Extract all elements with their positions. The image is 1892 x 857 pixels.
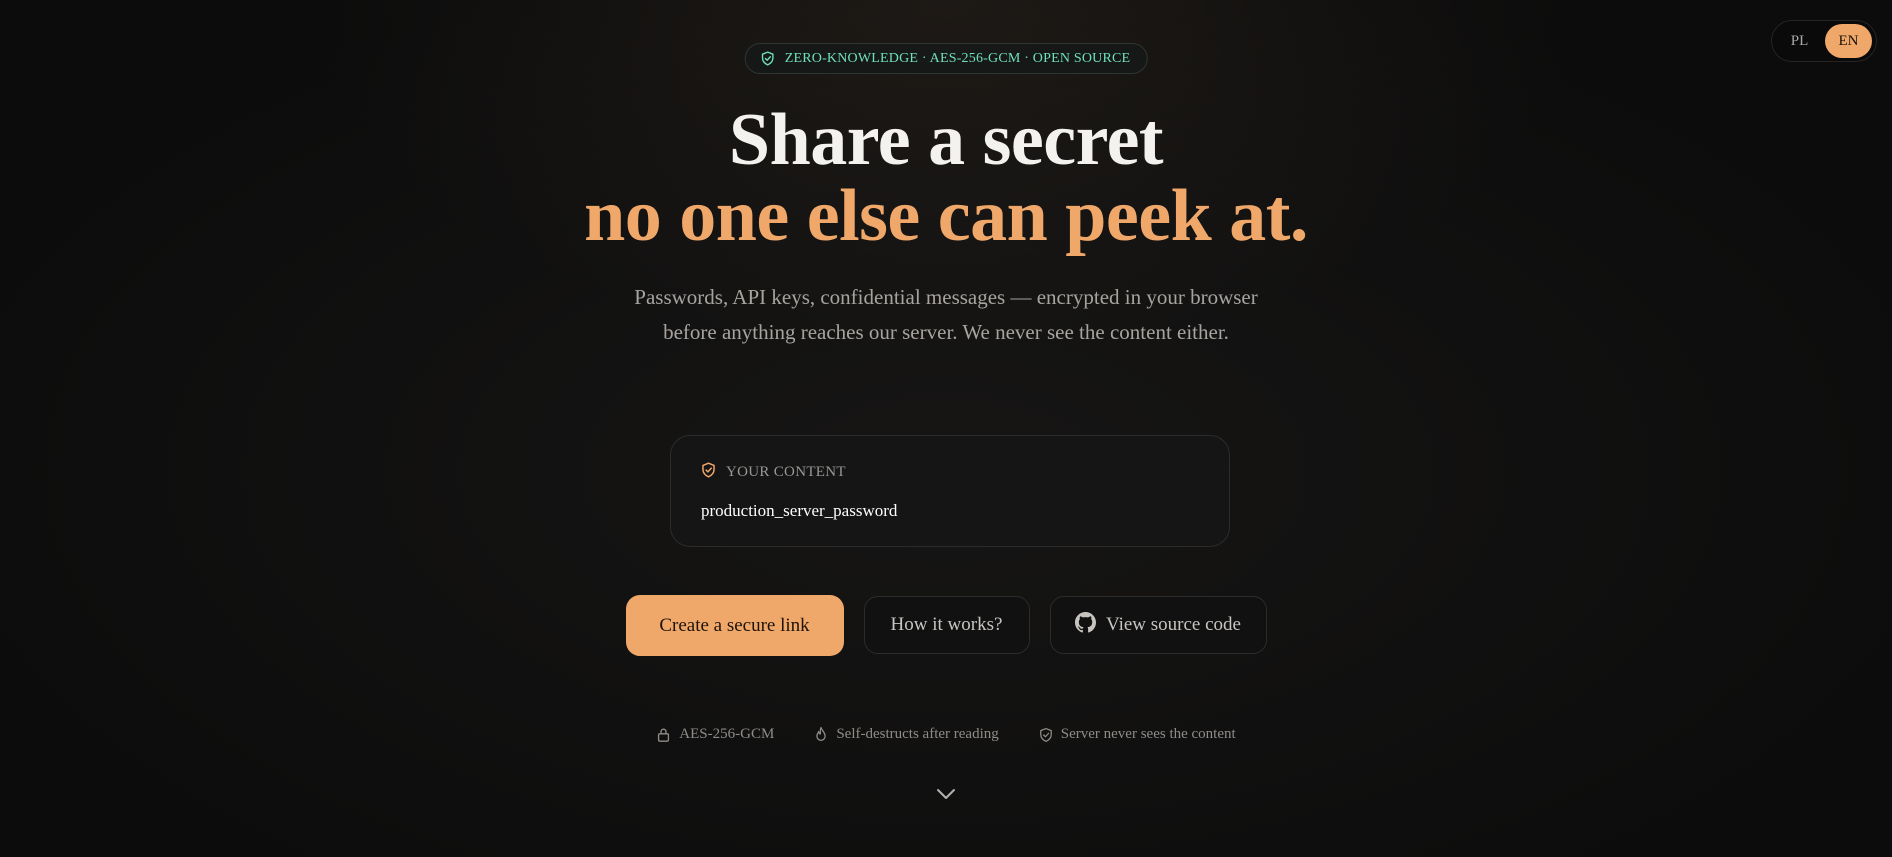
hero-subtitle: Passwords, API keys, confidential messag…	[634, 285, 1258, 344]
lock-icon	[656, 727, 671, 743]
content-label-row: YOUR CONTENT	[701, 462, 1199, 483]
security-badge: ZERO-KNOWLEDGE · AES-256-GCM · OPEN SOUR…	[744, 43, 1148, 74]
create-secure-link-button[interactable]: Create a secure link	[625, 595, 844, 656]
language-option-en[interactable]: EN	[1825, 24, 1872, 58]
shield-check-icon	[761, 51, 775, 66]
content-input[interactable]	[701, 501, 1199, 521]
feature-label: Server never sees the content	[1060, 726, 1236, 742]
language-option-pl[interactable]: PL	[1776, 24, 1823, 58]
title-line-2: no one else can peek at.	[584, 175, 1308, 257]
feature-label: Self-destructs after reading	[836, 726, 999, 742]
feature-item-server-blind: Server never sees the content	[1039, 726, 1236, 743]
feature-list: AES-256-GCM Self-destructs after reading…	[0, 726, 1892, 743]
feature-item-self-destruct: Self-destructs after reading	[814, 726, 999, 743]
action-buttons: Create a secure link How it works? View …	[0, 595, 1892, 656]
scroll-down-button[interactable]	[934, 786, 958, 806]
flame-icon	[814, 726, 828, 743]
how-it-works-button[interactable]: How it works?	[863, 596, 1030, 654]
view-source-code-button[interactable]: View source code	[1049, 596, 1267, 654]
landing-page: PL EN ZERO-KNOWLEDGE · AES-256-GCM · OPE…	[0, 0, 1892, 857]
feature-label: AES-256-GCM	[679, 726, 775, 742]
language-switch: PL EN	[1771, 20, 1877, 62]
content-label: YOUR CONTENT	[726, 464, 846, 480]
title-line-1: Share a secret	[728, 99, 1164, 181]
shield-check-icon	[701, 462, 716, 483]
github-icon	[1075, 611, 1097, 639]
feature-item-encryption: AES-256-GCM	[656, 726, 774, 743]
badge-text: ZERO-KNOWLEDGE · AES-256-GCM · OPEN SOUR…	[784, 50, 1131, 66]
view-source-label: View source code	[1106, 614, 1241, 635]
content-card: YOUR CONTENT	[670, 435, 1230, 547]
chevron-down-icon	[936, 787, 956, 805]
shield-icon	[1039, 727, 1053, 743]
page-title: Share a secret no one else can peek at.	[0, 102, 1892, 254]
